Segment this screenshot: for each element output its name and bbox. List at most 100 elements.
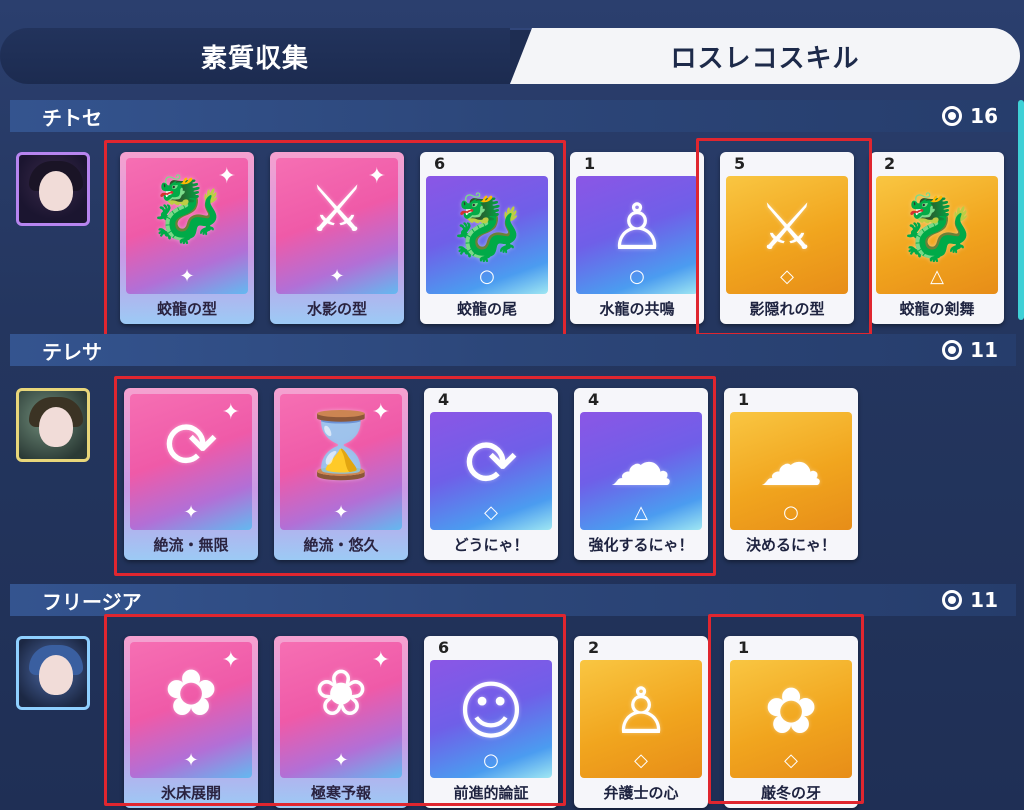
skill-card[interactable]: 🐉 ✦ ✦ 蛟龍の型	[120, 152, 254, 324]
tab-lostreco-skill[interactable]: ロスレコスキル	[510, 28, 1020, 84]
cycle-figure-icon: ⟳	[464, 427, 518, 501]
card-label: 極寒予報	[310, 784, 371, 802]
card-level: 5	[734, 154, 746, 173]
target-icon	[942, 590, 963, 610]
card-label: 影隠れの型	[749, 300, 825, 318]
card-art: ♙ ○	[576, 176, 698, 294]
section-count: 16	[942, 104, 998, 128]
card-level: 4	[438, 390, 450, 409]
card-label: 水龍の共鳴	[599, 300, 675, 318]
card-art: ✿ ✦ ✦	[130, 642, 252, 778]
target-icon	[942, 106, 963, 126]
card-art: ✿ ◇	[730, 660, 852, 778]
person-icon: ♙	[608, 191, 666, 265]
sparkle-icon: ✦	[371, 648, 390, 673]
card-label: 蛟龍の型	[156, 300, 217, 318]
section-count: 11	[942, 588, 998, 612]
slash-figure-icon: ⚔	[758, 191, 816, 265]
skill-card[interactable]: 🐉 ○ 6 蛟龍の尾	[420, 152, 554, 324]
avatar-face	[39, 171, 73, 211]
card-label: どうにゃ！	[453, 536, 529, 554]
avatar-face	[39, 407, 73, 447]
skill-card[interactable]: ⟳ ✦ ✦ 絶流・無限	[124, 388, 258, 560]
card-label: 絶流・悠久	[303, 536, 379, 554]
target-icon	[942, 340, 963, 360]
avatar-chitose[interactable]	[16, 152, 90, 226]
rank-mark-icon: ○	[629, 266, 645, 287]
card-label: 絶流・無限	[153, 536, 229, 554]
section-name: フリージア	[42, 589, 142, 614]
count-value: 11	[970, 588, 998, 612]
card-art: ⚔ ◇	[726, 176, 848, 294]
dragon-icon: 🐉	[897, 191, 977, 265]
section-count: 11	[942, 338, 998, 362]
skill-card[interactable]: ✿ ✦ ✦ 氷床展開	[124, 636, 258, 808]
tab-material-collection[interactable]: 素質収集	[0, 28, 510, 84]
rank-mark-icon: ✦	[183, 502, 199, 523]
rank-mark-icon: ✦	[183, 750, 199, 771]
card-art: ⟳ ✦ ✦	[130, 394, 252, 530]
rank-mark-icon: ○	[483, 750, 499, 771]
rank-mark-icon: ◇	[484, 502, 498, 523]
section-header-freesia: フリージア 11	[10, 584, 1016, 616]
tab-bar: 素質収集 ロスレコスキル	[0, 28, 1020, 84]
card-level: 2	[884, 154, 896, 173]
card-art: ☁ ○	[730, 412, 852, 530]
card-art: ♙ ◇	[580, 660, 702, 778]
skill-card[interactable]: ☺ ○ 6 前進的論証	[424, 636, 558, 808]
card-level: 2	[588, 638, 600, 657]
card-level: 4	[588, 390, 600, 409]
rank-mark-icon: ○	[479, 266, 495, 287]
rank-mark-icon: ○	[783, 502, 799, 523]
section-name: チトセ	[42, 105, 102, 130]
card-level: 1	[738, 390, 750, 409]
count-value: 11	[970, 338, 998, 362]
card-art: ☁ △	[580, 412, 702, 530]
rank-mark-icon: ◇	[784, 750, 798, 771]
card-label: 弁護士の心	[603, 784, 679, 802]
skill-card[interactable]: ⟳ ◇ 4 どうにゃ！	[424, 388, 558, 560]
splash-icon: ☁	[609, 427, 673, 501]
skill-card[interactable]: ♙ ◇ 2 弁護士の心	[574, 636, 708, 808]
skill-card[interactable]: ☁ ○ 1 決めるにゃ！	[724, 388, 858, 560]
card-label: 氷床展開	[160, 784, 221, 802]
card-label: 厳冬の牙	[760, 784, 821, 802]
card-level: 1	[738, 638, 750, 657]
avatar-freesia[interactable]	[16, 636, 90, 710]
card-label: 蛟龍の尾	[456, 300, 517, 318]
skill-card[interactable]: ⚔ ✦ ✦ 水影の型	[270, 152, 404, 324]
skill-card[interactable]: ✿ ◇ 1 厳冬の牙	[724, 636, 858, 808]
card-art: 🐉 ○	[426, 176, 548, 294]
skill-card[interactable]: ⌛ ✦ ✦ 絶流・悠久	[274, 388, 408, 560]
card-art: ⟳ ◇	[430, 412, 552, 530]
dragon-icon: 🐉	[447, 191, 527, 265]
sparkle-icon: ✦	[367, 164, 386, 189]
skill-card[interactable]: ⚔ ◇ 5 影隠れの型	[720, 152, 854, 324]
section-header-teresa: テレサ 11	[10, 334, 1016, 366]
scrollbar[interactable]	[1018, 100, 1024, 320]
card-art: ❀ ✦ ✦	[280, 642, 402, 778]
card-label: 決めるにゃ！	[745, 536, 836, 554]
splash-icon: ☁	[759, 427, 823, 501]
card-label: 強化するにゃ！	[588, 536, 694, 554]
skill-card[interactable]: ☁ △ 4 強化するにゃ！	[574, 388, 708, 560]
group-icon: ☺	[457, 675, 525, 749]
card-level: 6	[438, 638, 450, 657]
rank-mark-icon: ✦	[329, 266, 345, 287]
avatar-face	[39, 655, 73, 695]
section-header-chitose: チトセ 16	[10, 100, 1016, 132]
card-level: 6	[434, 154, 446, 173]
rank-mark-icon: ✦	[333, 502, 349, 523]
card-art: ⚔ ✦ ✦	[276, 158, 398, 294]
section-name: テレサ	[42, 339, 102, 364]
card-art: 🐉 ✦ ✦	[126, 158, 248, 294]
card-art: ⌛ ✦ ✦	[280, 394, 402, 530]
skill-card[interactable]: 🐉 △ 2 蛟龍の剣舞	[870, 152, 1004, 324]
sparkle-icon: ✦	[371, 400, 390, 425]
skill-card[interactable]: ❀ ✦ ✦ 極寒予報	[274, 636, 408, 808]
avatar-teresa[interactable]	[16, 388, 90, 462]
card-label: 蛟龍の剣舞	[899, 300, 975, 318]
skill-card[interactable]: ♙ ○ 1 水龍の共鳴	[570, 152, 704, 324]
rank-mark-icon: △	[634, 502, 648, 523]
sparkle-icon: ✦	[217, 164, 236, 189]
